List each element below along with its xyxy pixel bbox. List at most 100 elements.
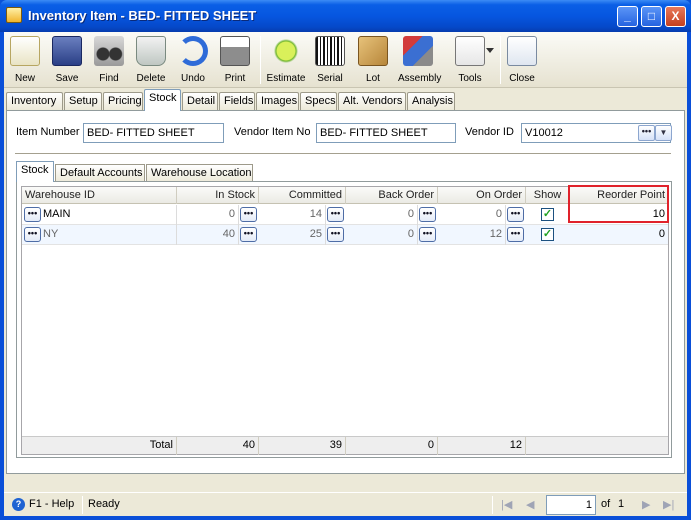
new-label: New	[14, 73, 35, 84]
toolbar-separator	[260, 36, 261, 84]
tab-alt-vendors[interactable]: Alt. Vendors	[338, 92, 406, 110]
save-label: Save	[55, 73, 79, 84]
committed-cell[interactable]: 25	[259, 225, 326, 245]
undo-arrow-icon	[178, 36, 208, 66]
in-stock-ellipsis-button[interactable]: •••	[240, 207, 257, 222]
tab-images[interactable]: Images	[256, 92, 299, 110]
in-stock-ellipsis-button[interactable]: •••	[240, 227, 257, 242]
on-order-cell[interactable]: 0	[438, 205, 506, 225]
previous-page-icon[interactable]: ◀	[526, 498, 534, 511]
help-text[interactable]: F1 - Help	[29, 498, 74, 510]
committed-ellipsis-button[interactable]: •••	[327, 227, 344, 242]
warehouse-id-cell[interactable]: MAIN	[40, 205, 177, 225]
serial-button[interactable]: Serial	[310, 34, 350, 86]
on-order-ellipsis-button[interactable]: •••	[507, 227, 524, 242]
show-checkbox[interactable]: ✓	[541, 208, 554, 221]
show-checkbox[interactable]: ✓	[541, 228, 554, 241]
close-label: Close	[509, 73, 535, 84]
last-page-icon[interactable]: ▶|	[663, 498, 674, 511]
warehouse-ellipsis-button[interactable]: •••	[24, 227, 41, 242]
help-icon[interactable]: ?	[12, 498, 25, 511]
in-stock-cell[interactable]: 40	[177, 225, 239, 245]
back-order-cell[interactable]: 0	[346, 205, 418, 225]
estimate-button[interactable]: Estimate	[266, 34, 306, 86]
tab-analysis[interactable]: Analysis	[407, 92, 455, 110]
tools-dropdown-arrow-icon[interactable]	[486, 48, 494, 53]
warehouse-ellipsis-button[interactable]: •••	[24, 207, 41, 222]
vendor-id-dropdown-button[interactable]: ▼	[655, 125, 672, 141]
tab-inventory[interactable]: Inventory	[6, 92, 63, 110]
tab-stock[interactable]: Stock	[144, 89, 181, 111]
app-icon	[6, 7, 22, 23]
new-button[interactable]: New	[5, 34, 45, 86]
undo-button[interactable]: Undo	[173, 34, 213, 86]
col-back-order[interactable]: Back Order	[346, 187, 438, 204]
subtab-default-accounts[interactable]: Default Accounts	[55, 164, 145, 182]
assembly-button[interactable]: Assembly	[398, 34, 442, 86]
vendor-id-ellipsis-button[interactable]: •••	[638, 125, 655, 141]
col-on-order[interactable]: On Order	[438, 187, 526, 204]
reorder-point-highlight	[568, 185, 669, 223]
new-document-icon	[10, 36, 40, 66]
tab-pricing[interactable]: Pricing	[103, 92, 143, 110]
total-committed: 39	[259, 437, 346, 455]
lot-label: Lot	[366, 73, 380, 84]
app-window: Inventory Item - BED- FITTED SHEET _ □ X…	[0, 0, 691, 520]
committed-cell[interactable]: 14	[259, 205, 326, 225]
status-ready: Ready	[88, 498, 120, 510]
toolbar-separator	[500, 36, 501, 84]
on-order-ellipsis-button[interactable]: •••	[507, 207, 524, 222]
col-committed[interactable]: Committed	[259, 187, 346, 204]
minimize-button[interactable]: _	[617, 6, 638, 27]
stock-subpanel: Warehouse ID In Stock Committed Back Ord…	[16, 181, 672, 458]
first-page-icon[interactable]: |◀	[501, 498, 512, 511]
grid-totals-row: Total 40 39 0 12	[22, 436, 668, 455]
maximize-button[interactable]: □	[641, 6, 662, 27]
item-number-field[interactable]: BED- FITTED SHEET	[83, 123, 224, 143]
next-page-icon[interactable]: ▶	[642, 498, 650, 511]
vendor-item-no-field[interactable]: BED- FITTED SHEET	[316, 123, 456, 143]
back-order-ellipsis-button[interactable]: •••	[419, 207, 436, 222]
page-number-input[interactable]: 1	[546, 495, 596, 515]
window-title: Inventory Item - BED- FITTED SHEET	[28, 8, 257, 23]
status-separator	[82, 496, 83, 514]
stock-grid[interactable]: Warehouse ID In Stock Committed Back Ord…	[21, 185, 669, 455]
subtab-stock[interactable]: Stock	[16, 161, 54, 182]
back-order-cell[interactable]: 0	[346, 225, 418, 245]
recycle-bin-icon	[136, 36, 166, 66]
close-button[interactable]: Close	[502, 34, 542, 86]
subtab-warehouse-location[interactable]: Warehouse Location	[146, 164, 253, 182]
print-button[interactable]: Print	[215, 34, 255, 86]
on-order-cell[interactable]: 12	[438, 225, 506, 245]
total-on-order: 12	[438, 437, 526, 455]
total-pages: 1	[618, 498, 625, 510]
save-button[interactable]: Save	[47, 34, 87, 86]
tab-specs[interactable]: Specs	[300, 92, 337, 110]
col-in-stock[interactable]: In Stock	[177, 187, 259, 204]
lot-button[interactable]: Lot	[353, 34, 393, 86]
of-label: of	[601, 498, 611, 510]
divider	[15, 153, 671, 154]
warehouse-id-cell[interactable]: NY	[40, 225, 177, 245]
tab-fields[interactable]: Fields	[219, 92, 255, 110]
floppy-disk-icon	[52, 36, 82, 66]
tools-icon	[455, 36, 485, 66]
tab-setup[interactable]: Setup	[64, 92, 102, 110]
in-stock-cell[interactable]: 0	[177, 205, 239, 225]
item-number-label: Item Number	[16, 126, 80, 138]
tools-button[interactable]: Tools	[450, 34, 490, 86]
title-bar[interactable]: Inventory Item - BED- FITTED SHEET _ □ X	[0, 0, 691, 32]
table-row[interactable]: ••• NY 40 ••• 25 ••• 0 ••• 12 ••• ✓ 0	[22, 225, 668, 245]
back-order-ellipsis-button[interactable]: •••	[419, 227, 436, 242]
assembly-label: Assembly	[398, 73, 442, 84]
reorder-point-cell[interactable]: 0	[570, 225, 668, 245]
close-window-button[interactable]: X	[665, 6, 686, 27]
boxes-icon	[358, 36, 388, 66]
col-show[interactable]: Show	[526, 187, 570, 204]
tools-label: Tools	[458, 73, 482, 84]
find-button[interactable]: Find	[89, 34, 129, 86]
committed-ellipsis-button[interactable]: •••	[327, 207, 344, 222]
tab-detail[interactable]: Detail	[182, 92, 218, 110]
col-warehouse-id[interactable]: Warehouse ID	[22, 187, 177, 204]
delete-button[interactable]: Delete	[131, 34, 171, 86]
